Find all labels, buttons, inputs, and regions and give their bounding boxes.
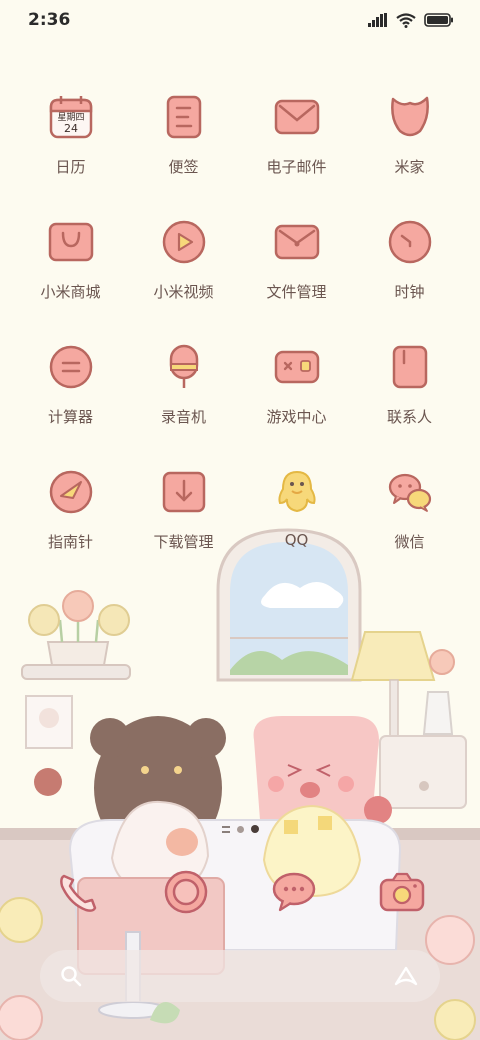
app-mi-video[interactable]: 小米视频 <box>127 217 240 305</box>
app-label: 小米商城 <box>40 283 101 301</box>
microphone-icon <box>159 342 209 392</box>
app-label: 文件管理 <box>266 283 327 301</box>
app-label: 下载管理 <box>153 533 214 551</box>
dock-phone[interactable] <box>52 866 104 918</box>
page-list-icon[interactable] <box>221 825 230 833</box>
app-recorder[interactable]: 录音机 <box>127 342 240 430</box>
dock-messages[interactable] <box>268 866 320 918</box>
app-label: 录音机 <box>160 408 206 426</box>
clock-icon <box>385 217 435 267</box>
app-game-center[interactable]: 游戏中心 <box>240 342 353 430</box>
status-bar: 2:36 <box>0 0 480 40</box>
app-calculator[interactable]: 计算器 <box>14 342 127 430</box>
browser-icon <box>164 870 208 914</box>
app-label: 联系人 <box>386 408 432 426</box>
page-indicator[interactable] <box>0 820 480 838</box>
app-contacts[interactable]: 联系人 <box>353 342 466 430</box>
search-bar[interactable] <box>40 950 440 1002</box>
message-icon <box>272 872 316 912</box>
app-qq[interactable]: QQ <box>240 467 353 555</box>
calendar-day: 24 <box>64 122 78 135</box>
app-notes[interactable]: 便签 <box>127 92 240 180</box>
calendar-icon: 星期四 24 <box>46 92 96 142</box>
phone-icon <box>60 874 97 912</box>
calculator-icon <box>46 342 96 392</box>
app-label: 便签 <box>168 158 199 176</box>
notes-icon <box>159 92 209 142</box>
app-downloads[interactable]: 下载管理 <box>127 467 240 555</box>
app-label: 微信 <box>394 533 425 551</box>
mail-icon <box>272 92 322 142</box>
contacts-icon <box>385 342 435 392</box>
app-grid: 星期四 24 日历 便签 电子邮件 米家 小米商城 小米视频 文件管理 时钟 计… <box>14 92 466 555</box>
qq-penguin-icon <box>272 467 322 517</box>
app-label: 时钟 <box>394 283 425 301</box>
dock <box>0 860 480 924</box>
app-compass[interactable]: 指南针 <box>14 467 127 555</box>
gamepad-icon <box>272 342 322 392</box>
app-label: 游戏中心 <box>266 408 327 426</box>
camera-icon <box>379 872 425 912</box>
dock-camera[interactable] <box>376 866 428 918</box>
app-label: 米家 <box>394 158 425 176</box>
mijia-icon <box>385 92 435 142</box>
search-icon[interactable] <box>60 965 82 987</box>
app-clock[interactable]: 时钟 <box>353 217 466 305</box>
page-dot-2-active[interactable] <box>250 825 259 833</box>
page-dot-1[interactable] <box>236 825 244 833</box>
status-time: 2:36 <box>28 10 71 30</box>
video-play-icon <box>159 217 209 267</box>
battery-icon <box>424 13 453 27</box>
shopping-bag-icon <box>46 217 96 267</box>
signal-icon <box>368 13 387 27</box>
folder-icon <box>272 217 322 267</box>
app-wechat[interactable]: 微信 <box>353 467 466 555</box>
download-icon <box>159 467 209 517</box>
status-icons <box>368 12 454 28</box>
wechat-icon <box>385 467 435 517</box>
app-mijia[interactable]: 米家 <box>353 92 466 180</box>
wifi-icon <box>396 12 416 28</box>
app-label: 小米视频 <box>153 283 214 301</box>
assistant-icon[interactable] <box>394 965 418 987</box>
compass-icon <box>46 467 96 517</box>
dock-browser[interactable] <box>160 866 212 918</box>
app-label: 计算器 <box>47 408 93 426</box>
app-label: 指南针 <box>47 533 93 551</box>
app-label: 电子邮件 <box>266 158 327 176</box>
app-label: QQ <box>284 531 309 549</box>
app-file-manager[interactable]: 文件管理 <box>240 217 353 305</box>
app-email[interactable]: 电子邮件 <box>240 92 353 180</box>
app-mi-store[interactable]: 小米商城 <box>14 217 127 305</box>
app-label: 日历 <box>55 158 86 176</box>
app-calendar[interactable]: 星期四 24 日历 <box>14 92 127 180</box>
